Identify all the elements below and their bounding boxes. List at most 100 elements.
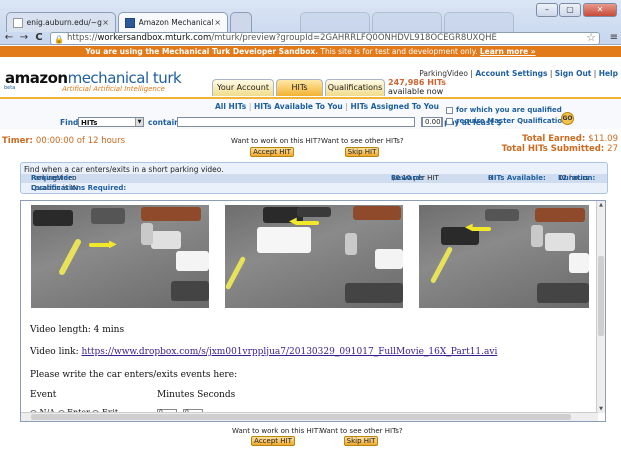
search-keyword-input[interactable] xyxy=(177,117,415,127)
master-checkbox[interactable] xyxy=(446,118,453,125)
sandbox-banner: You are using the Mechanical Turk Develo… xyxy=(0,46,621,57)
username: ParkingVideo xyxy=(419,69,469,78)
hit-content-frame: ▶ ◀ ◀ Video length: 4 mins Video link: h… xyxy=(20,200,606,422)
scroll-thumb[interactable] xyxy=(31,414,571,420)
new-tab-button[interactable] xyxy=(230,12,252,32)
mturk-favicon-icon xyxy=(125,17,135,28)
video-link-label: Video link: xyxy=(30,347,82,357)
vertical-scrollbar[interactable]: ▲ ▼ xyxy=(596,201,605,413)
video-link-row: Video link: https://www.dropbox.com/s/jx… xyxy=(30,347,497,357)
total-earned-label: Total Earned: xyxy=(522,134,586,144)
tab-close-icon[interactable]: × xyxy=(102,18,109,27)
tab-qualifications[interactable]: Qualifications xyxy=(325,79,385,96)
scroll-up-icon[interactable]: ▲ xyxy=(597,201,605,209)
account-settings-link[interactable]: Account Settings xyxy=(475,69,547,78)
find-label: Find xyxy=(60,118,79,127)
hits-available-label: HITs Available: xyxy=(488,174,546,182)
earnings-summary: Total Earned: $11.09 Total HITs Submitte… xyxy=(502,134,618,154)
help-link[interactable]: Help xyxy=(599,69,618,78)
bottom-work-question: Want to work on this HIT? xyxy=(232,427,322,435)
video-frame-thumbnail: ◀ xyxy=(225,205,403,308)
banner-text-2: This site is for test and development on… xyxy=(318,47,480,56)
qualified-checkbox[interactable] xyxy=(446,107,453,114)
address-bar-row: ← → C 🔒 https://workersandbox.mturk.com/… xyxy=(0,32,621,45)
back-arrow-icon[interactable]: ← xyxy=(2,32,16,45)
all-hits-link[interactable]: All HITs xyxy=(215,102,246,111)
lock-icon: 🔒 xyxy=(54,35,64,44)
scroll-thumb[interactable] xyxy=(598,256,604,336)
bottom-accept-hit-button[interactable]: Accept HIT xyxy=(251,436,295,446)
url-prefix: https:// xyxy=(67,33,98,43)
hits-count-number: 247,986 HITs xyxy=(388,78,447,87)
tab-your-account[interactable]: Your Account xyxy=(212,79,274,96)
tab-hits[interactable]: HITs xyxy=(276,79,323,96)
background-window-tab xyxy=(300,12,370,32)
accept-hit-button[interactable]: Accept HIT xyxy=(250,147,294,157)
hit-title: Find when a car enters/exits in a short … xyxy=(24,165,224,174)
hits-assigned-link[interactable]: HITs Assigned To You xyxy=(351,102,439,111)
page-icon xyxy=(13,17,23,28)
browser-tab-1[interactable]: enig.auburn.edu/~gzd00 × xyxy=(6,12,116,32)
horizontal-scrollbar[interactable] xyxy=(21,412,598,421)
forward-arrow-icon[interactable]: → xyxy=(17,32,31,45)
work-question: Want to work on this HIT? xyxy=(231,137,321,145)
url-path: /mturk/preview?groupId=2GAHRRLFQ0ONHDVL9… xyxy=(211,33,497,43)
url-input[interactable]: 🔒 https://workersandbox.mturk.com/mturk/… xyxy=(50,32,600,45)
menu-icon[interactable]: ≡ xyxy=(610,32,618,43)
go-button[interactable]: GO xyxy=(561,112,574,125)
learn-more-link[interactable]: Learn more » xyxy=(480,47,536,56)
master-label: require Master Qualification xyxy=(456,117,568,125)
total-earned-value: $11.09 xyxy=(588,134,618,144)
instruction-text: Please write the car enters/exits events… xyxy=(30,370,238,380)
skip-hit-button[interactable]: Skip HIT xyxy=(345,147,379,157)
minimize-button[interactable]: – xyxy=(536,3,558,17)
tab-close-icon[interactable]: × xyxy=(214,18,221,27)
logo-tagline: Artificial Artificial Intelligence xyxy=(62,85,165,93)
separator: | xyxy=(593,69,597,78)
banner-text: You are using the Mechanical Turk Develo… xyxy=(85,47,319,56)
video-link[interactable]: https://www.dropbox.com/s/jxm001vrppljua… xyxy=(82,347,498,357)
hits-count-label: available now xyxy=(388,87,444,96)
url-host: workersandbox.mturk.com xyxy=(97,33,212,43)
min-pay-value[interactable]: 0.00 xyxy=(422,117,442,127)
separator: | xyxy=(470,69,473,78)
tab-label: enig.auburn.edu/~gzd00 xyxy=(26,18,103,27)
timer-label: Timer: xyxy=(2,136,33,146)
beta-label: beta xyxy=(4,85,16,91)
hits-available-count: 247,986 HITs available now xyxy=(388,78,446,96)
maximize-button[interactable]: ▢ xyxy=(559,3,581,17)
qualifications-label: Qualifications Required: xyxy=(31,184,127,192)
scroll-down-icon[interactable]: ▼ xyxy=(597,405,605,413)
duration-label: Duration: xyxy=(558,174,596,182)
tab-label: Amazon Mechanical Turk xyxy=(138,18,215,27)
timer-value: 00:00:00 of 12 hours xyxy=(35,136,126,146)
total-submitted-value: 27 xyxy=(607,144,618,154)
bottom-skip-hit-button[interactable]: Skip HIT xyxy=(344,436,378,446)
separator: | xyxy=(549,69,553,78)
qualifications-row: Qualifications Required: Location is IN xyxy=(21,184,607,193)
qualified-label: for which you are qualified xyxy=(456,106,562,114)
total-submitted-label: Total HITs Submitted: xyxy=(501,144,605,154)
separator: | xyxy=(345,102,348,111)
background-window-tab xyxy=(372,12,442,32)
bottom-other-hits-question: Want to see other HITs? xyxy=(320,427,403,435)
timer-bar: Timer: 00:00:00 of 12 hours Want to work… xyxy=(0,131,621,159)
reward-label: Reward: xyxy=(391,174,424,182)
separator: | xyxy=(248,102,252,111)
hits-available-link[interactable]: HITs Available To You xyxy=(254,102,343,111)
hit-info-box: Find when a car enters/exits in a short … xyxy=(20,162,608,194)
sign-out-link[interactable]: Sign Out xyxy=(555,69,592,78)
other-hits-question: Want to see other HITs? xyxy=(321,137,404,145)
reload-icon[interactable]: C xyxy=(32,32,46,45)
find-type-select[interactable]: HITs ▼ xyxy=(78,117,144,127)
bookmark-star-icon[interactable]: ☆ xyxy=(586,32,596,43)
background-window-tab xyxy=(444,12,514,32)
browser-chrome: enig.auburn.edu/~gzd00 × Amazon Mechanic… xyxy=(0,0,621,45)
timer: Timer: 00:00:00 of 12 hours xyxy=(2,136,125,146)
hit-details-row: Requester: ParkingVideo Reward: $0.10 pe… xyxy=(21,174,607,183)
minutes-seconds-header: Minutes Seconds xyxy=(157,390,236,400)
close-window-button[interactable]: ✕ xyxy=(583,3,617,17)
browser-tab-2[interactable]: Amazon Mechanical Turk × xyxy=(118,12,228,32)
video-length-text: Video length: 4 mins xyxy=(30,325,125,335)
account-links: ParkingVideo | Account Settings | Sign O… xyxy=(419,69,618,78)
